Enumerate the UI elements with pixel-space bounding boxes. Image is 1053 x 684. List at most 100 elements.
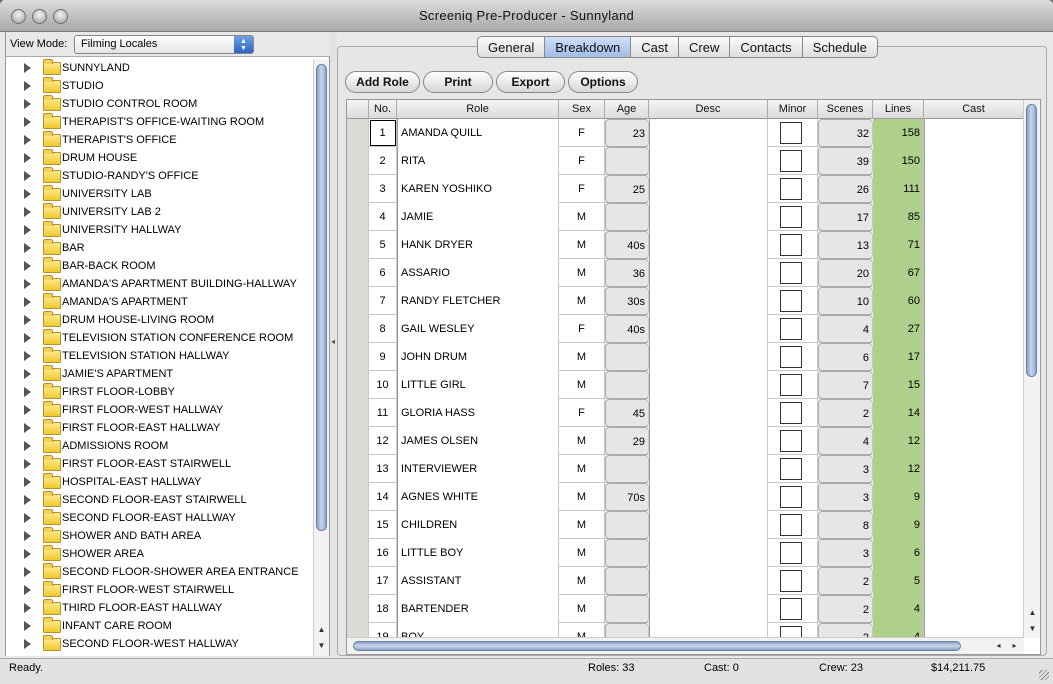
role-cell[interactable]: GLORIA HASS	[397, 399, 559, 427]
locations-scrollbar[interactable]: ▲ ▼	[313, 59, 329, 656]
desc-cell[interactable]	[649, 175, 768, 203]
row-header-cell[interactable]	[347, 455, 369, 483]
minor-cell[interactable]	[768, 259, 818, 287]
location-item[interactable]: FIRST FLOOR-WEST HALLWAY	[6, 401, 314, 419]
cast-cell[interactable]	[924, 455, 1024, 483]
table-row[interactable]: 15 CHILDREN M 8 9	[347, 511, 1024, 539]
minor-cell[interactable]	[768, 371, 818, 399]
location-item[interactable]: TELEVISION STATION CONFERENCE ROOM	[6, 329, 314, 347]
table-row[interactable]: 17 ASSISTANT M 2 5	[347, 567, 1024, 595]
scenes-cell[interactable]: 6	[818, 343, 873, 371]
column-header-scenes[interactable]: Scenes	[818, 100, 873, 119]
minor-checkbox[interactable]	[780, 486, 802, 508]
scenes-cell[interactable]: 8	[818, 511, 873, 539]
role-cell[interactable]: CHILDREN	[397, 511, 559, 539]
no-cell[interactable]: 6	[369, 259, 397, 287]
expand-triangle-icon[interactable]	[24, 171, 31, 181]
resize-grip-icon[interactable]	[1039, 670, 1049, 680]
sex-cell[interactable]: M	[559, 455, 605, 483]
add-role-button[interactable]: Add Role	[345, 71, 420, 93]
tab-cast[interactable]: Cast	[631, 36, 680, 58]
table-horizontal-scrollbar[interactable]: ◂ ▸	[347, 637, 1024, 654]
scenes-cell[interactable]: 4	[818, 315, 873, 343]
location-item[interactable]: UNIVERSITY LAB 2	[6, 203, 314, 221]
minor-checkbox[interactable]	[780, 318, 802, 340]
expand-triangle-icon[interactable]	[24, 297, 31, 307]
expand-triangle-icon[interactable]	[24, 549, 31, 559]
minor-cell[interactable]	[768, 539, 818, 567]
cast-cell[interactable]	[924, 119, 1024, 147]
table-hscroll-thumb[interactable]	[353, 641, 961, 651]
scenes-cell[interactable]: 39	[818, 147, 873, 175]
table-row[interactable]: 3 KAREN YOSHIKO F 25 26 111	[347, 175, 1024, 203]
expand-triangle-icon[interactable]	[24, 243, 31, 253]
lines-cell[interactable]: 71	[873, 231, 924, 259]
expand-triangle-icon[interactable]	[24, 333, 31, 343]
sex-cell[interactable]: M	[559, 539, 605, 567]
age-cell[interactable]	[605, 371, 649, 399]
location-item[interactable]: THERAPIST'S OFFICE	[6, 131, 314, 149]
table-row[interactable]: 6 ASSARIO M 36 20 67	[347, 259, 1024, 287]
sex-cell[interactable]: M	[559, 343, 605, 371]
expand-triangle-icon[interactable]	[24, 369, 31, 379]
cast-cell[interactable]	[924, 483, 1024, 511]
minor-cell[interactable]	[768, 175, 818, 203]
cast-cell[interactable]	[924, 567, 1024, 595]
sex-cell[interactable]: M	[559, 203, 605, 231]
minor-cell[interactable]	[768, 595, 818, 623]
row-header-cell[interactable]	[347, 231, 369, 259]
column-header-age[interactable]: Age	[605, 100, 649, 119]
lines-cell[interactable]: 12	[873, 427, 924, 455]
minor-cell[interactable]	[768, 427, 818, 455]
age-cell[interactable]	[605, 343, 649, 371]
table-row[interactable]: 9 JOHN DRUM M 6 17	[347, 343, 1024, 371]
lines-cell[interactable]: 4	[873, 595, 924, 623]
sex-cell[interactable]: M	[559, 567, 605, 595]
role-cell[interactable]: AMANDA QUILL	[397, 119, 559, 147]
location-item[interactable]: FIRST FLOOR-EAST STAIRWELL	[6, 455, 314, 473]
desc-cell[interactable]	[649, 203, 768, 231]
scroll-down-icon[interactable]: ▼	[314, 638, 329, 653]
row-header-cell[interactable]	[347, 483, 369, 511]
row-header-cell[interactable]	[347, 511, 369, 539]
expand-triangle-icon[interactable]	[24, 351, 31, 361]
sex-cell[interactable]: F	[559, 119, 605, 147]
expand-triangle-icon[interactable]	[24, 495, 31, 505]
minor-cell[interactable]	[768, 623, 818, 638]
desc-cell[interactable]	[649, 343, 768, 371]
row-header-cell[interactable]	[347, 595, 369, 623]
print-button[interactable]: Print	[423, 71, 493, 93]
location-item[interactable]: TELEVISION STATION HALLWAY	[6, 347, 314, 365]
scenes-cell[interactable]: 2	[818, 623, 873, 638]
lines-cell[interactable]: 9	[873, 511, 924, 539]
age-cell[interactable]	[605, 567, 649, 595]
sex-cell[interactable]: F	[559, 147, 605, 175]
table-row[interactable]: 19 BOY M 2 4	[347, 623, 1024, 638]
row-header-cell[interactable]	[347, 203, 369, 231]
cast-cell[interactable]	[924, 175, 1024, 203]
age-cell[interactable]: 40s	[605, 315, 649, 343]
no-cell[interactable]: 13	[369, 455, 397, 483]
location-item[interactable]: SECOND FLOOR-EAST HALLWAY	[6, 509, 314, 527]
minor-checkbox[interactable]	[780, 374, 802, 396]
lines-cell[interactable]: 4	[873, 623, 924, 638]
lines-cell[interactable]: 14	[873, 399, 924, 427]
minor-cell[interactable]	[768, 287, 818, 315]
lines-cell[interactable]: 5	[873, 567, 924, 595]
table-row[interactable]: 11 GLORIA HASS F 45 2 14	[347, 399, 1024, 427]
location-item[interactable]: DRUM HOUSE-LIVING ROOM	[6, 311, 314, 329]
location-item[interactable]: SHOWER AREA	[6, 545, 314, 563]
no-cell[interactable]: 4	[369, 203, 397, 231]
expand-triangle-icon[interactable]	[24, 315, 31, 325]
location-item[interactable]: AMANDA'S APARTMENT	[6, 293, 314, 311]
tab-crew[interactable]: Crew	[679, 36, 731, 58]
cast-cell[interactable]	[924, 203, 1024, 231]
table-row[interactable]: 2 RITA F 39 150	[347, 147, 1024, 175]
age-cell[interactable]: 36	[605, 259, 649, 287]
minor-checkbox[interactable]	[780, 206, 802, 228]
expand-triangle-icon[interactable]	[24, 441, 31, 451]
age-cell[interactable]	[605, 147, 649, 175]
no-cell[interactable]: 10	[369, 371, 397, 399]
minor-cell[interactable]	[768, 399, 818, 427]
row-header-cell[interactable]	[347, 287, 369, 315]
